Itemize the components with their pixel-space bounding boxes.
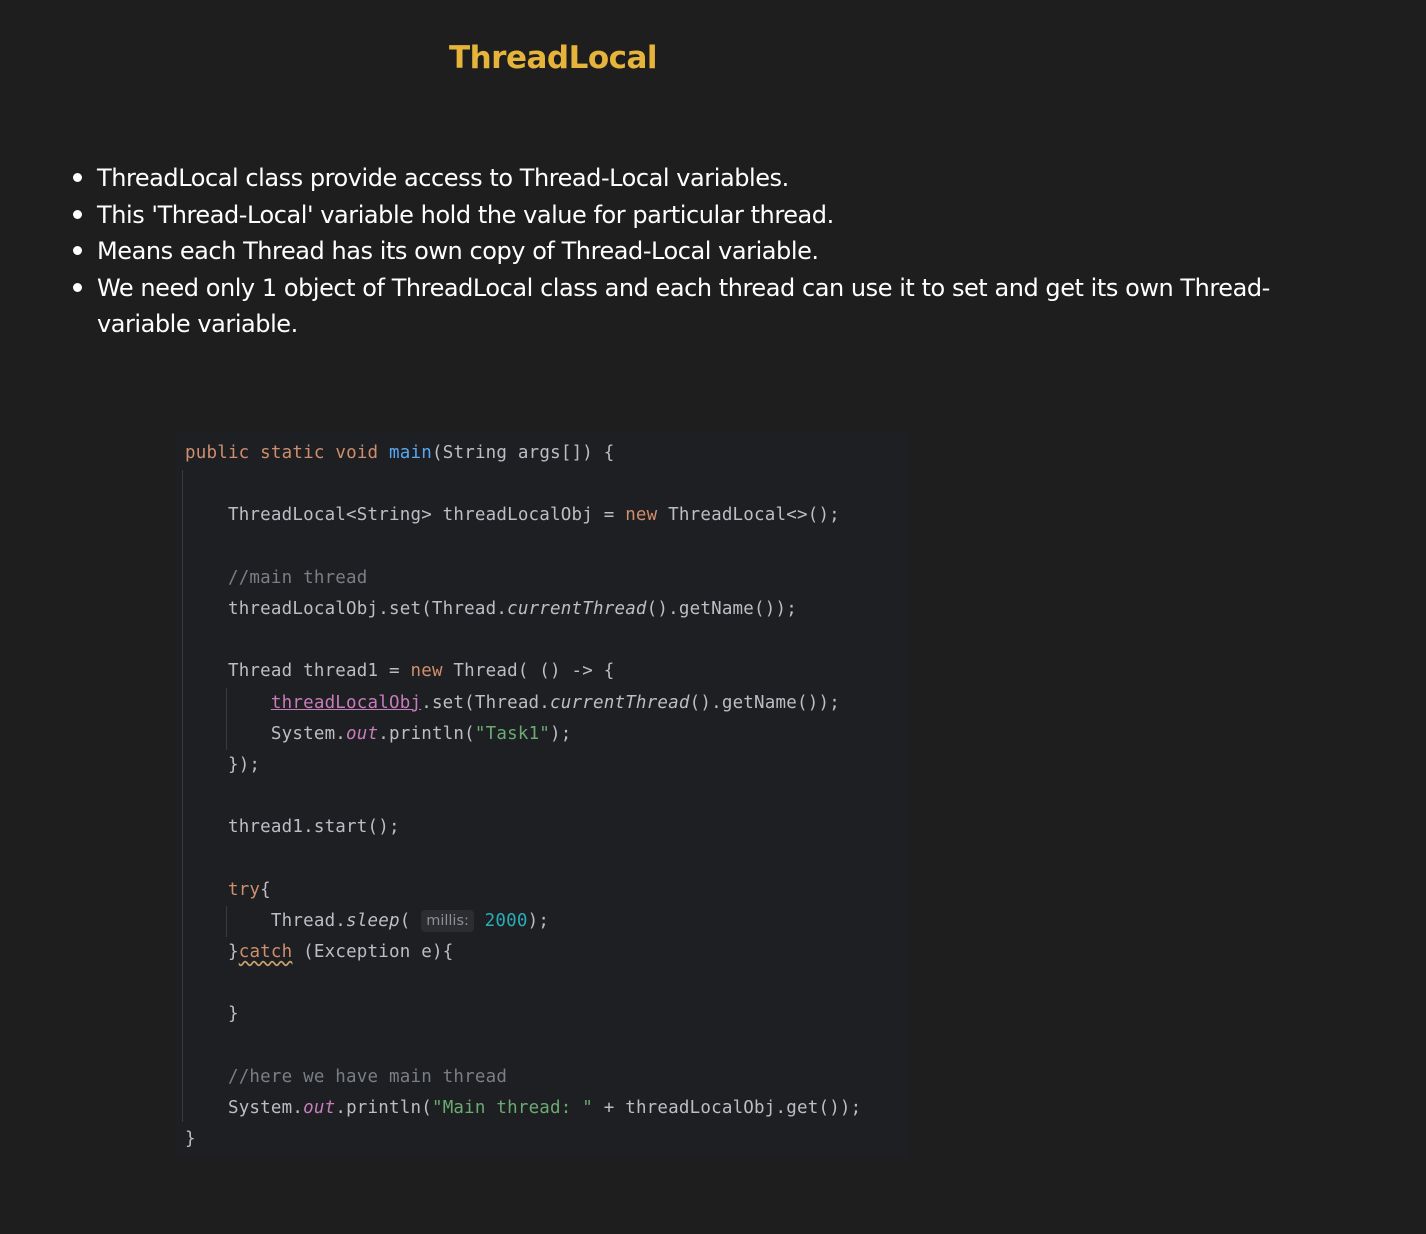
code-line: public static void main(String args[]) { <box>185 438 861 469</box>
code-line: Thread thread1 = new Thread( () -> { <box>185 656 861 687</box>
code-line: threadLocalObj.set(Thread.currentThread(… <box>185 594 861 625</box>
code-line: ThreadLocal<String> threadLocalObj = new… <box>185 500 861 531</box>
code-token: ); <box>527 910 550 931</box>
bullet-dot-icon <box>73 246 82 255</box>
code-line: }); <box>185 750 861 781</box>
code-snippet: public static void main(String args[]) {… <box>176 432 908 1158</box>
bullet-item: ThreadLocal class provide access to Thre… <box>70 160 1270 197</box>
code-line: //main thread <box>185 563 861 594</box>
keyword: new <box>410 661 443 682</box>
code-token: } <box>227 1004 239 1025</box>
keyword: void <box>335 443 379 463</box>
code-token: ); <box>550 723 572 744</box>
code-token: System. <box>227 1097 304 1118</box>
indent-guide <box>182 470 183 1122</box>
code-token: .println( <box>335 1097 432 1118</box>
keyword: new <box>625 505 658 526</box>
code-line: Thread.sleep( millis: 2000); <box>185 906 861 937</box>
code-token: currentThread <box>507 598 647 619</box>
code-token: sleep <box>346 910 400 931</box>
code-line: thread1.start(); <box>185 812 861 843</box>
keyword: catch <box>238 942 293 962</box>
code-line: System.out.println("Main thread: " + thr… <box>185 1093 861 1124</box>
code-token: Thread thread1 = <box>227 661 411 682</box>
code-line: //here we have main thread <box>185 1062 861 1093</box>
code-token: Thread( () -> { <box>442 661 615 682</box>
bullet-text: We need only 1 object of ThreadLocal cla… <box>97 273 1270 339</box>
code-text: public static void main(String args[]) {… <box>185 438 861 1155</box>
code-token: .set(Thread. <box>421 692 551 713</box>
code-token: { <box>260 879 271 900</box>
bullet-list: ThreadLocal class provide access to Thre… <box>70 160 1270 343</box>
code-token: } <box>227 942 239 962</box>
parameter-hint: millis: <box>421 909 474 932</box>
code-comment: //main thread <box>227 567 368 588</box>
bullet-dot-icon <box>73 209 82 219</box>
code-line: } <box>185 1124 861 1155</box>
bullet-text: Means each Thread has its own copy of Th… <box>97 237 819 265</box>
bullet-item: This 'Thread-Local' variable hold the va… <box>70 197 1270 234</box>
code-token: ().getName()); <box>646 598 797 619</box>
code-token: ThreadLocal<String> threadLocalObj = <box>227 505 626 526</box>
keyword: static <box>260 443 325 463</box>
bullet-dot-icon <box>73 282 82 292</box>
static-field: out <box>303 1097 336 1118</box>
string-literal: "Task1" <box>474 723 551 744</box>
code-line: }catch (Exception e){ <box>185 937 861 968</box>
code-line: threadLocalObj.set(Thread.currentThread(… <box>185 688 861 719</box>
string-literal: "Main thread: " <box>431 1097 593 1118</box>
code-token: ( <box>399 910 422 931</box>
code-line: System.out.println("Task1"); <box>185 719 861 750</box>
bullet-dot-icon <box>73 173 82 182</box>
keyword: try <box>227 879 261 900</box>
bullet-text: This 'Thread-Local' variable hold the va… <box>97 200 834 229</box>
code-token: currentThread <box>550 692 690 713</box>
code-line: try{ <box>185 875 861 906</box>
bullet-item: Means each Thread has its own copy of Th… <box>70 233 1270 270</box>
method-name: main <box>389 443 432 463</box>
captured-variable: threadLocalObj <box>270 692 422 713</box>
number-literal: 2000 <box>484 910 528 931</box>
code-token: threadLocalObj.set(Thread. <box>227 598 508 619</box>
code-token: .println( <box>378 723 475 744</box>
code-token: System. <box>270 723 347 744</box>
code-token: (String args[]) { <box>432 443 615 463</box>
bullet-text: ThreadLocal class provide access to Thre… <box>97 164 789 192</box>
code-token: } <box>185 1129 196 1150</box>
code-token: Thread. <box>270 910 347 931</box>
code-token: thread1.start(); <box>227 817 400 838</box>
page-title: ThreadLocal <box>448 40 658 76</box>
code-token: ThreadLocal<>(); <box>657 505 840 526</box>
code-token: (Exception e){ <box>292 942 454 962</box>
bullet-item: We need only 1 object of ThreadLocal cla… <box>70 270 1270 343</box>
code-token: + threadLocalObj.get()); <box>593 1097 862 1118</box>
keyword: public <box>185 443 250 463</box>
code-line: } <box>185 999 861 1030</box>
code-token: ().getName()); <box>689 692 840 713</box>
code-comment: //here we have main thread <box>227 1066 508 1087</box>
static-field: out <box>346 723 379 744</box>
code-token: }); <box>227 754 261 775</box>
